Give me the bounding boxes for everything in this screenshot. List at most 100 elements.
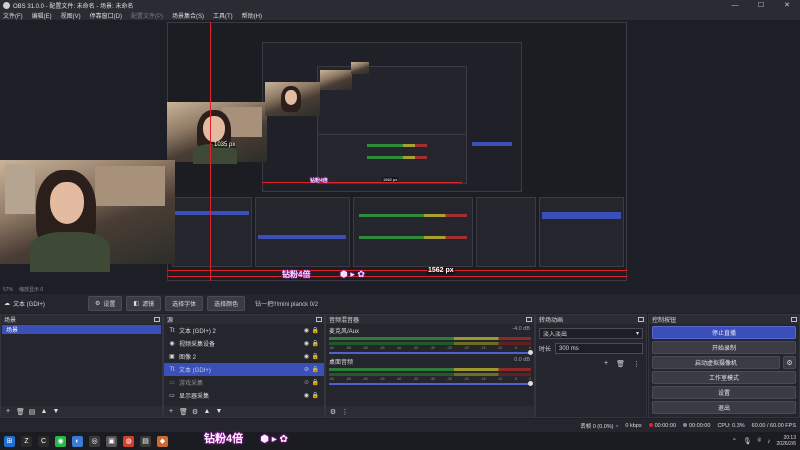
eye-icon[interactable]: ◉ bbox=[304, 353, 309, 360]
source-item-selected[interactable]: Tt 文本 (GDI+) ⊘ 🔒 bbox=[164, 363, 324, 376]
undock-icon[interactable] bbox=[316, 317, 322, 322]
properties-button[interactable]: ⚙ 设置 bbox=[88, 296, 123, 311]
delete-source-button[interactable]: 🗑 bbox=[179, 408, 188, 416]
close-button[interactable]: ✕ bbox=[774, 0, 800, 10]
text-icon: Tt bbox=[169, 327, 175, 334]
source-item[interactable]: ▣ 图像 2 ◉ 🔒 bbox=[164, 350, 324, 363]
text-icon: Tt bbox=[169, 366, 175, 373]
delete-transition-button[interactable]: 🗑 bbox=[616, 360, 625, 368]
live-icon bbox=[648, 422, 653, 427]
windows-start-icon[interactable]: ⊞ bbox=[4, 435, 15, 447]
undock-icon[interactable] bbox=[791, 317, 797, 322]
volume-icon[interactable]: ♪ bbox=[767, 438, 770, 445]
move-up-button[interactable]: ▲ bbox=[203, 408, 211, 415]
eye-icon[interactable]: ◉ bbox=[304, 392, 309, 399]
fps: 60.00 / 60.00 FPS bbox=[751, 422, 796, 429]
add-transition-button[interactable]: + bbox=[604, 360, 608, 368]
volume-slider[interactable] bbox=[329, 350, 533, 355]
duration-input[interactable]: 300 ms bbox=[555, 343, 643, 354]
move-down-button[interactable]: ▼ bbox=[52, 408, 60, 415]
app-gray-icon[interactable]: ▣ bbox=[106, 435, 117, 447]
studio-mode-button[interactable]: 工作室模式 bbox=[652, 371, 796, 384]
mixer-settings-button[interactable]: ⚙ bbox=[329, 408, 337, 416]
lock-icon[interactable]: 🔒 bbox=[312, 340, 319, 347]
source-properties-button[interactable]: ⚙ bbox=[191, 408, 199, 416]
transition-menu-icon[interactable]: ⋮ bbox=[633, 360, 640, 368]
taskbar-overlay-sticker: 钻粉4倍 ⬢ ▸ ✿ bbox=[204, 433, 288, 445]
eye-hidden-icon[interactable]: ⊘ bbox=[304, 379, 309, 386]
start-recording-button[interactable]: 开始录制 bbox=[652, 341, 796, 354]
app-dark-icon[interactable]: ▤ bbox=[140, 435, 151, 447]
nested-meter-1 bbox=[359, 214, 467, 217]
preview-area[interactable]: 1035 px 1562 px 1562 px 钻粉4倍 ⬢ ▸ ✿ 钻粉4倍 bbox=[0, 20, 800, 285]
app-c-icon[interactable]: C bbox=[38, 435, 49, 447]
app-z-icon[interactable]: Z bbox=[21, 435, 32, 447]
move-down-button[interactable]: ▼ bbox=[215, 408, 223, 415]
source-item[interactable]: Tt 文本 (GDI+) 2 ◉ 🔒 bbox=[164, 324, 324, 337]
volume-meter bbox=[329, 368, 531, 371]
menu-profile[interactable]: 配置文件(P) bbox=[131, 11, 163, 20]
transition-select[interactable]: 淡入淡出 ▾ bbox=[539, 328, 643, 339]
delete-scene-button[interactable]: 🗑 bbox=[16, 408, 25, 416]
preview-canvas[interactable]: 1035 px 1562 px 1562 px 钻粉4倍 ⬢ ▸ ✿ 钻粉4倍 bbox=[167, 22, 627, 281]
volume-slider[interactable] bbox=[329, 381, 533, 386]
obs-taskbar-icon[interactable]: ◎ bbox=[89, 435, 100, 447]
add-scene-button[interactable]: + bbox=[4, 408, 12, 415]
menu-view[interactable]: 视图(V) bbox=[61, 11, 81, 20]
menu-tools[interactable]: 工具(T) bbox=[213, 11, 233, 20]
camera-icon: ◉ bbox=[169, 341, 175, 347]
chevron-up-icon[interactable]: ⌃ bbox=[732, 437, 737, 445]
app-red-icon[interactable]: ◍ bbox=[123, 435, 134, 447]
selected-source-name: ☁ 文本 (GDI+) bbox=[4, 301, 45, 308]
source-item[interactable]: ▭ 游戏采集 ⊘ 🔒 bbox=[164, 376, 324, 389]
eye-icon[interactable]: ◉ bbox=[304, 327, 309, 334]
lock-icon[interactable]: 🔒 bbox=[312, 379, 319, 386]
scene-filters-button[interactable]: ▤ bbox=[28, 408, 36, 416]
add-source-button[interactable]: + bbox=[167, 408, 175, 415]
stop-streaming-button[interactable]: 停止直播 bbox=[652, 326, 796, 339]
app-orange-icon[interactable]: ◆ bbox=[157, 435, 168, 447]
nested-camera-feed-2 bbox=[265, 82, 320, 116]
network-icon[interactable]: ⌾ bbox=[757, 437, 761, 445]
menu-scene-collection[interactable]: 场景集合(S) bbox=[172, 11, 204, 20]
undock-icon[interactable] bbox=[638, 317, 644, 322]
lock-icon[interactable]: 🔒 bbox=[312, 366, 319, 373]
mixer-menu-icon[interactable]: ⋮ bbox=[341, 408, 349, 416]
virtual-camera-settings-icon[interactable]: ⚙ bbox=[783, 356, 796, 369]
wechat-icon[interactable]: ◉ bbox=[55, 435, 66, 447]
minimize-button[interactable]: — bbox=[722, 0, 748, 10]
settings-button[interactable]: 设置 bbox=[652, 386, 796, 399]
duration-label: 时长 bbox=[539, 347, 552, 353]
exit-button[interactable]: 退出 bbox=[652, 401, 796, 414]
menu-docks[interactable]: 停靠窗口(D) bbox=[90, 11, 122, 20]
move-up-button[interactable]: ▲ bbox=[40, 408, 48, 415]
eye-hidden-icon[interactable]: ⊘ bbox=[304, 366, 309, 373]
menu-help[interactable]: 帮助(H) bbox=[242, 11, 262, 20]
eye-icon[interactable]: ◉ bbox=[304, 340, 309, 347]
nested-stop-stream-2 bbox=[472, 142, 512, 146]
undock-icon[interactable] bbox=[154, 317, 160, 322]
monitor-icon: ▭ bbox=[169, 393, 175, 399]
lock-icon[interactable]: 🔒 bbox=[312, 327, 319, 334]
source-item[interactable]: ▭ 显示器采集 ◉ 🔒 bbox=[164, 389, 324, 402]
maximize-button[interactable]: ☐ bbox=[748, 0, 774, 10]
slider-handle[interactable] bbox=[528, 381, 533, 386]
start-virtual-camera-button[interactable]: 启动虚拟摄像机 bbox=[652, 356, 780, 369]
nested-overlay-text: 钻粉4倍 bbox=[310, 178, 328, 184]
mic-icon[interactable]: 🎙 bbox=[743, 437, 751, 445]
app-blue-icon[interactable]: ◐ bbox=[72, 435, 83, 447]
source-item[interactable]: ◉ 视频采集设备 ◉ 🔒 bbox=[164, 337, 324, 350]
nested-transitions-dock bbox=[476, 197, 536, 267]
clock[interactable]: 20:13 2026/2/6 bbox=[777, 435, 796, 447]
undock-icon[interactable] bbox=[526, 317, 532, 322]
select-color-button[interactable]: 选择颜色 bbox=[207, 296, 246, 311]
select-font-button[interactable]: 选择字体 bbox=[165, 296, 204, 311]
nested-sources-dock bbox=[255, 197, 350, 267]
lock-icon[interactable]: 🔒 bbox=[312, 353, 319, 360]
menu-file[interactable]: 文件(F) bbox=[3, 11, 23, 20]
scene-item[interactable]: 场景 bbox=[2, 325, 161, 334]
nested-meter-2 bbox=[359, 236, 467, 239]
menu-edit[interactable]: 编辑(E) bbox=[32, 11, 52, 20]
lock-icon[interactable]: 🔒 bbox=[312, 392, 319, 399]
filters-button[interactable]: ◧ 滤镜 bbox=[126, 296, 162, 311]
